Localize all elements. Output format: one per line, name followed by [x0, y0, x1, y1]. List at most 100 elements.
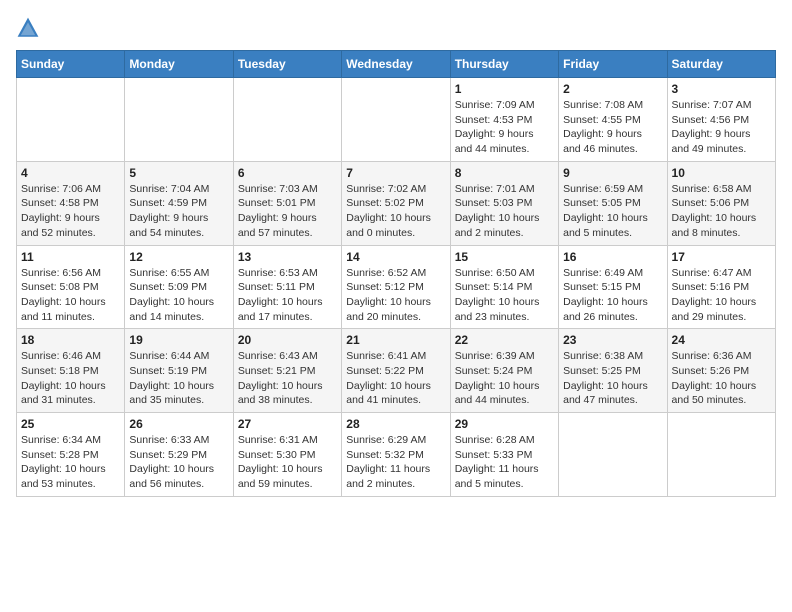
calendar-cell: 23Sunrise: 6:38 AMSunset: 5:25 PMDayligh…	[559, 329, 667, 413]
calendar-cell: 10 Sunrise: 6:58 AMSunset: 5:06 PMDayligh…	[667, 161, 775, 245]
calendar-cell	[559, 413, 667, 497]
calendar-cell: 1 Sunrise: 7:09 AMSunset: 4:53 PMDaylight…	[450, 78, 558, 162]
day-info: Sunrise: 6:29 AMSunset: 5:32 PMDaylight:…	[346, 433, 445, 492]
calendar-cell: 3Sunrise: 7:07 AMSunset: 4:56 PMDaylight…	[667, 78, 775, 162]
day-info: Sunrise: 7:06 AMSunset: 4:58 PMDaylight:…	[21, 182, 120, 241]
calendar-cell: 21 Sunrise: 6:41 AMSunset: 5:22 PMDayligh…	[342, 329, 450, 413]
calendar-cell: 4 Sunrise: 7:06 AMSunset: 4:58 PMDaylight…	[17, 161, 125, 245]
day-number: 14	[346, 250, 445, 264]
day-info: Sunrise: 6:39 AMSunset: 5:24 PMDaylight:…	[455, 349, 554, 408]
calendar-cell: 14Sunrise: 6:52 AMSunset: 5:12 PMDayligh…	[342, 245, 450, 329]
day-number: 1	[455, 82, 554, 96]
calendar-header-wednesday: Wednesday	[342, 51, 450, 78]
calendar-cell: 22 Sunrise: 6:39 AMSunset: 5:24 PMDayligh…	[450, 329, 558, 413]
page-header	[16, 16, 776, 40]
calendar-header-monday: Monday	[125, 51, 233, 78]
day-number: 20	[238, 333, 337, 347]
calendar-cell: 13Sunrise: 6:53 AMSunset: 5:11 PMDayligh…	[233, 245, 341, 329]
day-number: 4	[21, 166, 120, 180]
calendar-cell	[667, 413, 775, 497]
calendar-cell	[17, 78, 125, 162]
day-number: 15	[455, 250, 554, 264]
calendar-cell: 29 Sunrise: 6:28 AMSunset: 5:33 PMDayligh…	[450, 413, 558, 497]
day-info: Sunrise: 6:56 AMSunset: 5:08 PMDaylight:…	[21, 266, 120, 325]
calendar-header-tuesday: Tuesday	[233, 51, 341, 78]
calendar-cell	[125, 78, 233, 162]
day-number: 5	[129, 166, 228, 180]
day-info: Sunrise: 6:44 AMSunset: 5:19 PMDaylight:…	[129, 349, 228, 408]
calendar-cell: 20 Sunrise: 6:43 AMSunset: 5:21 PMDayligh…	[233, 329, 341, 413]
day-info: Sunrise: 7:03 AMSunset: 5:01 PMDaylight:…	[238, 182, 337, 241]
calendar-header-sunday: Sunday	[17, 51, 125, 78]
calendar-week-row: 18Sunrise: 6:46 AMSunset: 5:18 PMDayligh…	[17, 329, 776, 413]
day-number: 23	[563, 333, 662, 347]
calendar-cell: 27 Sunrise: 6:31 AMSunset: 5:30 PMDayligh…	[233, 413, 341, 497]
calendar-header-row: SundayMondayTuesdayWednesdayThursdayFrid…	[17, 51, 776, 78]
day-number: 28	[346, 417, 445, 431]
day-number: 11	[21, 250, 120, 264]
calendar-week-row: 4 Sunrise: 7:06 AMSunset: 4:58 PMDaylight…	[17, 161, 776, 245]
day-info: Sunrise: 7:02 AMSunset: 5:02 PMDaylight:…	[346, 182, 445, 241]
calendar-header-thursday: Thursday	[450, 51, 558, 78]
day-info: Sunrise: 6:59 AMSunset: 5:05 PMDaylight:…	[563, 182, 662, 241]
day-number: 12	[129, 250, 228, 264]
calendar-cell: 11 Sunrise: 6:56 AMSunset: 5:08 PMDayligh…	[17, 245, 125, 329]
day-info: Sunrise: 6:41 AMSunset: 5:22 PMDaylight:…	[346, 349, 445, 408]
calendar-cell: 25 Sunrise: 6:34 AMSunset: 5:28 PMDayligh…	[17, 413, 125, 497]
calendar-header-friday: Friday	[559, 51, 667, 78]
calendar-cell: 2Sunrise: 7:08 AMSunset: 4:55 PMDaylight…	[559, 78, 667, 162]
day-info: Sunrise: 7:07 AMSunset: 4:56 PMDaylight:…	[672, 98, 771, 157]
day-info: Sunrise: 6:55 AMSunset: 5:09 PMDaylight:…	[129, 266, 228, 325]
day-number: 19	[129, 333, 228, 347]
day-info: Sunrise: 6:31 AMSunset: 5:30 PMDaylight:…	[238, 433, 337, 492]
calendar-cell: 17 Sunrise: 6:47 AMSunset: 5:16 PMDayligh…	[667, 245, 775, 329]
day-info: Sunrise: 6:33 AMSunset: 5:29 PMDaylight:…	[129, 433, 228, 492]
day-number: 2	[563, 82, 662, 96]
day-number: 21	[346, 333, 445, 347]
calendar-cell: 24 Sunrise: 6:36 AMSunset: 5:26 PMDayligh…	[667, 329, 775, 413]
day-number: 10	[672, 166, 771, 180]
day-number: 9	[563, 166, 662, 180]
day-number: 8	[455, 166, 554, 180]
calendar-cell: 18Sunrise: 6:46 AMSunset: 5:18 PMDayligh…	[17, 329, 125, 413]
day-number: 24	[672, 333, 771, 347]
day-info: Sunrise: 6:36 AMSunset: 5:26 PMDaylight:…	[672, 349, 771, 408]
calendar-cell	[233, 78, 341, 162]
day-info: Sunrise: 6:46 AMSunset: 5:18 PMDaylight:…	[21, 349, 120, 408]
logo-icon	[16, 16, 40, 40]
day-info: Sunrise: 6:28 AMSunset: 5:33 PMDaylight:…	[455, 433, 554, 492]
calendar-cell: 8 Sunrise: 7:01 AMSunset: 5:03 PMDaylight…	[450, 161, 558, 245]
calendar-cell: 28 Sunrise: 6:29 AMSunset: 5:32 PMDayligh…	[342, 413, 450, 497]
day-number: 27	[238, 417, 337, 431]
calendar-cell	[342, 78, 450, 162]
day-number: 29	[455, 417, 554, 431]
day-number: 22	[455, 333, 554, 347]
calendar-cell: 19 Sunrise: 6:44 AMSunset: 5:19 PMDayligh…	[125, 329, 233, 413]
calendar-week-row: 11 Sunrise: 6:56 AMSunset: 5:08 PMDayligh…	[17, 245, 776, 329]
calendar-cell: 7Sunrise: 7:02 AMSunset: 5:02 PMDaylight…	[342, 161, 450, 245]
day-info: Sunrise: 6:50 AMSunset: 5:14 PMDaylight:…	[455, 266, 554, 325]
day-number: 16	[563, 250, 662, 264]
calendar-table: SundayMondayTuesdayWednesdayThursdayFrid…	[16, 50, 776, 497]
day-info: Sunrise: 6:47 AMSunset: 5:16 PMDaylight:…	[672, 266, 771, 325]
calendar-header-saturday: Saturday	[667, 51, 775, 78]
day-number: 26	[129, 417, 228, 431]
day-info: Sunrise: 6:58 AMSunset: 5:06 PMDaylight:…	[672, 182, 771, 241]
calendar-cell: 16Sunrise: 6:49 AMSunset: 5:15 PMDayligh…	[559, 245, 667, 329]
calendar-cell: 6 Sunrise: 7:03 AMSunset: 5:01 PMDaylight…	[233, 161, 341, 245]
logo	[16, 16, 44, 40]
calendar-cell: 15 Sunrise: 6:50 AMSunset: 5:14 PMDayligh…	[450, 245, 558, 329]
day-info: Sunrise: 7:09 AMSunset: 4:53 PMDaylight:…	[455, 98, 554, 157]
calendar-cell: 12 Sunrise: 6:55 AMSunset: 5:09 PMDayligh…	[125, 245, 233, 329]
calendar-week-row: 25 Sunrise: 6:34 AMSunset: 5:28 PMDayligh…	[17, 413, 776, 497]
calendar-cell: 9 Sunrise: 6:59 AMSunset: 5:05 PMDaylight…	[559, 161, 667, 245]
day-number: 17	[672, 250, 771, 264]
day-number: 25	[21, 417, 120, 431]
calendar-week-row: 1 Sunrise: 7:09 AMSunset: 4:53 PMDaylight…	[17, 78, 776, 162]
day-number: 6	[238, 166, 337, 180]
day-info: Sunrise: 6:34 AMSunset: 5:28 PMDaylight:…	[21, 433, 120, 492]
day-info: Sunrise: 6:43 AMSunset: 5:21 PMDaylight:…	[238, 349, 337, 408]
day-number: 13	[238, 250, 337, 264]
calendar-cell: 5Sunrise: 7:04 AMSunset: 4:59 PMDaylight…	[125, 161, 233, 245]
day-info: Sunrise: 7:01 AMSunset: 5:03 PMDaylight:…	[455, 182, 554, 241]
